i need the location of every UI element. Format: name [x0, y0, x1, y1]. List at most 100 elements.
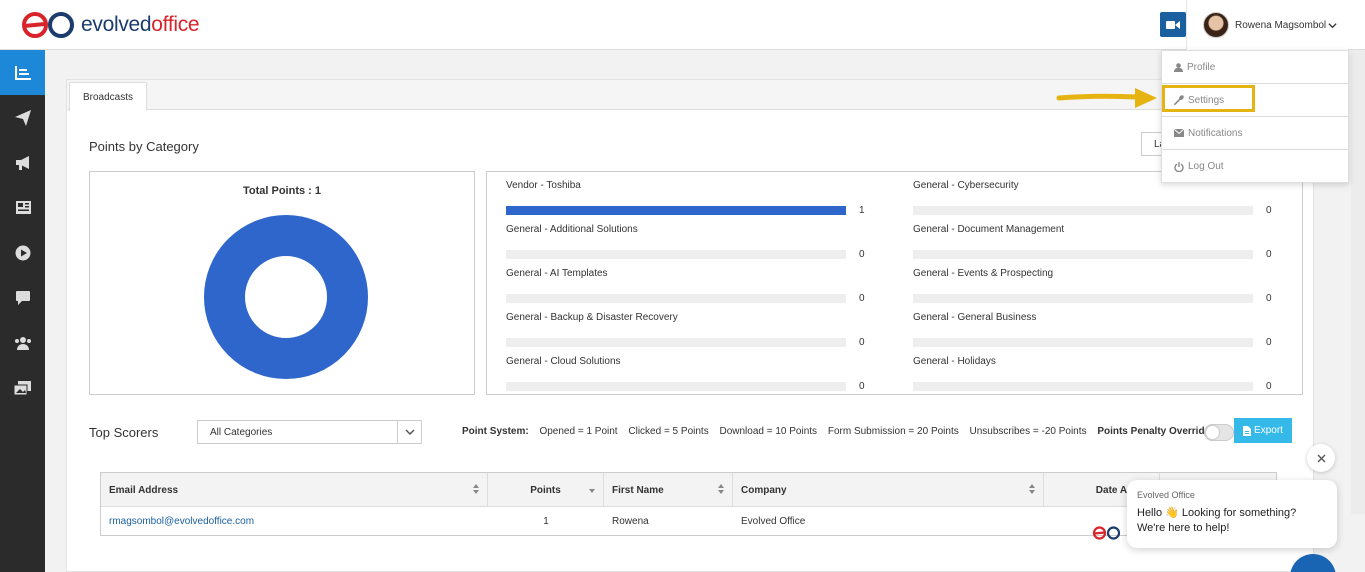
envelope-icon	[1174, 129, 1184, 137]
point-rule: Clicked = 5 Points	[628, 426, 709, 437]
page-scrollbar[interactable]	[1351, 14, 1365, 514]
cell-company: Evolved Office	[741, 515, 806, 527]
menu-item-label: Notifications	[1188, 127, 1243, 139]
category-value: 0	[859, 337, 865, 348]
annotation-arrow-icon	[1056, 88, 1157, 108]
cell-first-name: Rowena	[612, 515, 649, 527]
menu-item-logout[interactable]: Log Out	[1162, 150, 1348, 183]
column-header-first-name[interactable]: First Name	[604, 473, 733, 507]
category-bar-item: General - General Business 0	[913, 312, 1283, 348]
category-bar-track	[913, 338, 1253, 347]
power-icon	[1174, 161, 1184, 172]
sidebar-item-dashboard[interactable]	[0, 50, 45, 95]
point-system-label: Point System:	[462, 426, 529, 437]
eo-chat-logo-icon	[1092, 526, 1121, 540]
sidebar-item-social[interactable]	[0, 275, 45, 320]
cell-points: 1	[543, 515, 549, 527]
category-name: General - Holidays	[913, 356, 996, 367]
play-circle-icon	[15, 245, 30, 260]
sidebar	[0, 50, 45, 572]
category-bar-item: General - Additional Solutions 0	[506, 224, 876, 260]
bar-chart-icon	[14, 65, 31, 80]
settings-highlight-box	[1162, 85, 1255, 112]
cell-email[interactable]: rmagsombol@evolvedoffice.com	[101, 507, 488, 535]
menu-item-profile[interactable]: Profile	[1162, 51, 1348, 84]
category-select[interactable]: All Categories	[197, 420, 422, 444]
chat-close-button[interactable]	[1307, 444, 1335, 472]
sidebar-item-videos[interactable]	[0, 230, 45, 275]
category-value: 0	[859, 249, 865, 260]
category-bar-item: General - AI Templates 0	[506, 268, 876, 304]
comment-icon	[15, 290, 30, 305]
menu-item-notifications[interactable]: Notifications	[1162, 117, 1348, 150]
category-select-value: All Categories	[210, 426, 273, 438]
sidebar-item-broadcasts[interactable]	[0, 140, 45, 185]
paper-plane-icon	[14, 109, 31, 126]
sort-icon	[1029, 484, 1035, 494]
point-rule: Unsubscribes = -20 Points	[969, 426, 1087, 437]
penalty-override-toggle[interactable]	[1204, 424, 1234, 441]
column-header-email[interactable]: Email Address	[101, 473, 488, 507]
user-dropdown-menu: Profile Settings Notifications Log Out	[1161, 50, 1349, 183]
total-points-panel: Total Points : 1	[89, 171, 475, 395]
total-points-label: Total Points : 1	[242, 185, 322, 197]
point-rule: Opened = 1 Point	[539, 426, 618, 437]
category-value: 0	[1266, 249, 1272, 260]
category-value: 0	[1266, 293, 1272, 304]
category-bar-item: General - Document Management 0	[913, 224, 1283, 260]
category-bar-track	[506, 206, 846, 215]
menu-item-label: Profile	[1187, 61, 1216, 73]
top-scorers-title: Top Scorers	[89, 425, 159, 440]
brand-logo[interactable]: evolvedoffice	[21, 10, 200, 40]
video-camera-icon	[1166, 20, 1180, 29]
images-icon	[14, 380, 31, 395]
category-value: 0	[1266, 381, 1272, 392]
sidebar-item-content[interactable]	[0, 185, 45, 230]
user-menu-toggle[interactable]: Rowena Magsombol	[1186, 0, 1348, 50]
category-value: 1	[859, 205, 865, 216]
category-bar-item: Vendor - Toshiba 1	[506, 180, 876, 216]
category-value: 0	[1266, 205, 1272, 216]
penalty-override-label: Points Penalty Override	[1097, 426, 1211, 437]
category-bar-track	[506, 250, 846, 259]
chevron-down-icon	[1328, 22, 1337, 28]
tab-broadcasts[interactable]: Broadcasts	[69, 82, 147, 111]
category-bar-item: General - Backup & Disaster Recovery 0	[506, 312, 876, 348]
brand-name: evolvedoffice	[81, 13, 200, 36]
megaphone-icon	[15, 155, 29, 170]
category-value: 0	[859, 381, 865, 392]
category-name: General - Cloud Solutions	[506, 356, 621, 367]
category-bar-item: General - Cloud Solutions 0	[506, 356, 876, 392]
category-name: General - Events & Prospecting	[913, 268, 1054, 279]
category-bar-track	[913, 294, 1253, 303]
point-system-legend: Point System: Opened = 1 Point Clicked =…	[462, 426, 1218, 437]
column-header-company[interactable]: Company	[733, 473, 1044, 507]
chat-message-bubble[interactable]: Evolved Office Hello 👋 Looking for somet…	[1127, 480, 1337, 548]
donut-slice-vendor-toshiba[interactable]	[204, 215, 368, 379]
menu-item-label: Log Out	[1188, 161, 1224, 172]
category-bar-track	[913, 382, 1253, 391]
category-name: General - AI Templates	[506, 268, 608, 279]
file-export-icon	[1243, 425, 1252, 436]
category-name: General - Additional Solutions	[506, 224, 638, 235]
sidebar-item-campaigns[interactable]	[0, 95, 45, 140]
category-name: Vendor - Toshiba	[506, 180, 581, 191]
category-bar-track	[913, 206, 1253, 215]
video-call-button[interactable]	[1160, 12, 1186, 37]
category-bar-item: General - Events & Prospecting 0	[913, 268, 1283, 304]
sort-icon	[473, 484, 479, 494]
sidebar-item-contacts[interactable]	[0, 320, 45, 365]
users-icon	[14, 336, 31, 350]
user-icon	[1174, 62, 1183, 72]
export-button[interactable]: Export	[1234, 418, 1292, 443]
table-header: Email Address Points First Name Company …	[101, 473, 1276, 507]
category-name: General - Backup & Disaster Recovery	[506, 312, 678, 323]
column-header-points[interactable]: Points	[488, 473, 604, 507]
point-rule: Form Submission = 20 Points	[827, 426, 959, 437]
category-bar-track	[506, 294, 846, 303]
sidebar-item-media[interactable]	[0, 365, 45, 410]
points-by-category-title: Points by Category	[89, 139, 199, 154]
category-bar-track	[506, 382, 846, 391]
toggle-knob	[1206, 426, 1219, 439]
export-label: Export	[1254, 425, 1283, 436]
